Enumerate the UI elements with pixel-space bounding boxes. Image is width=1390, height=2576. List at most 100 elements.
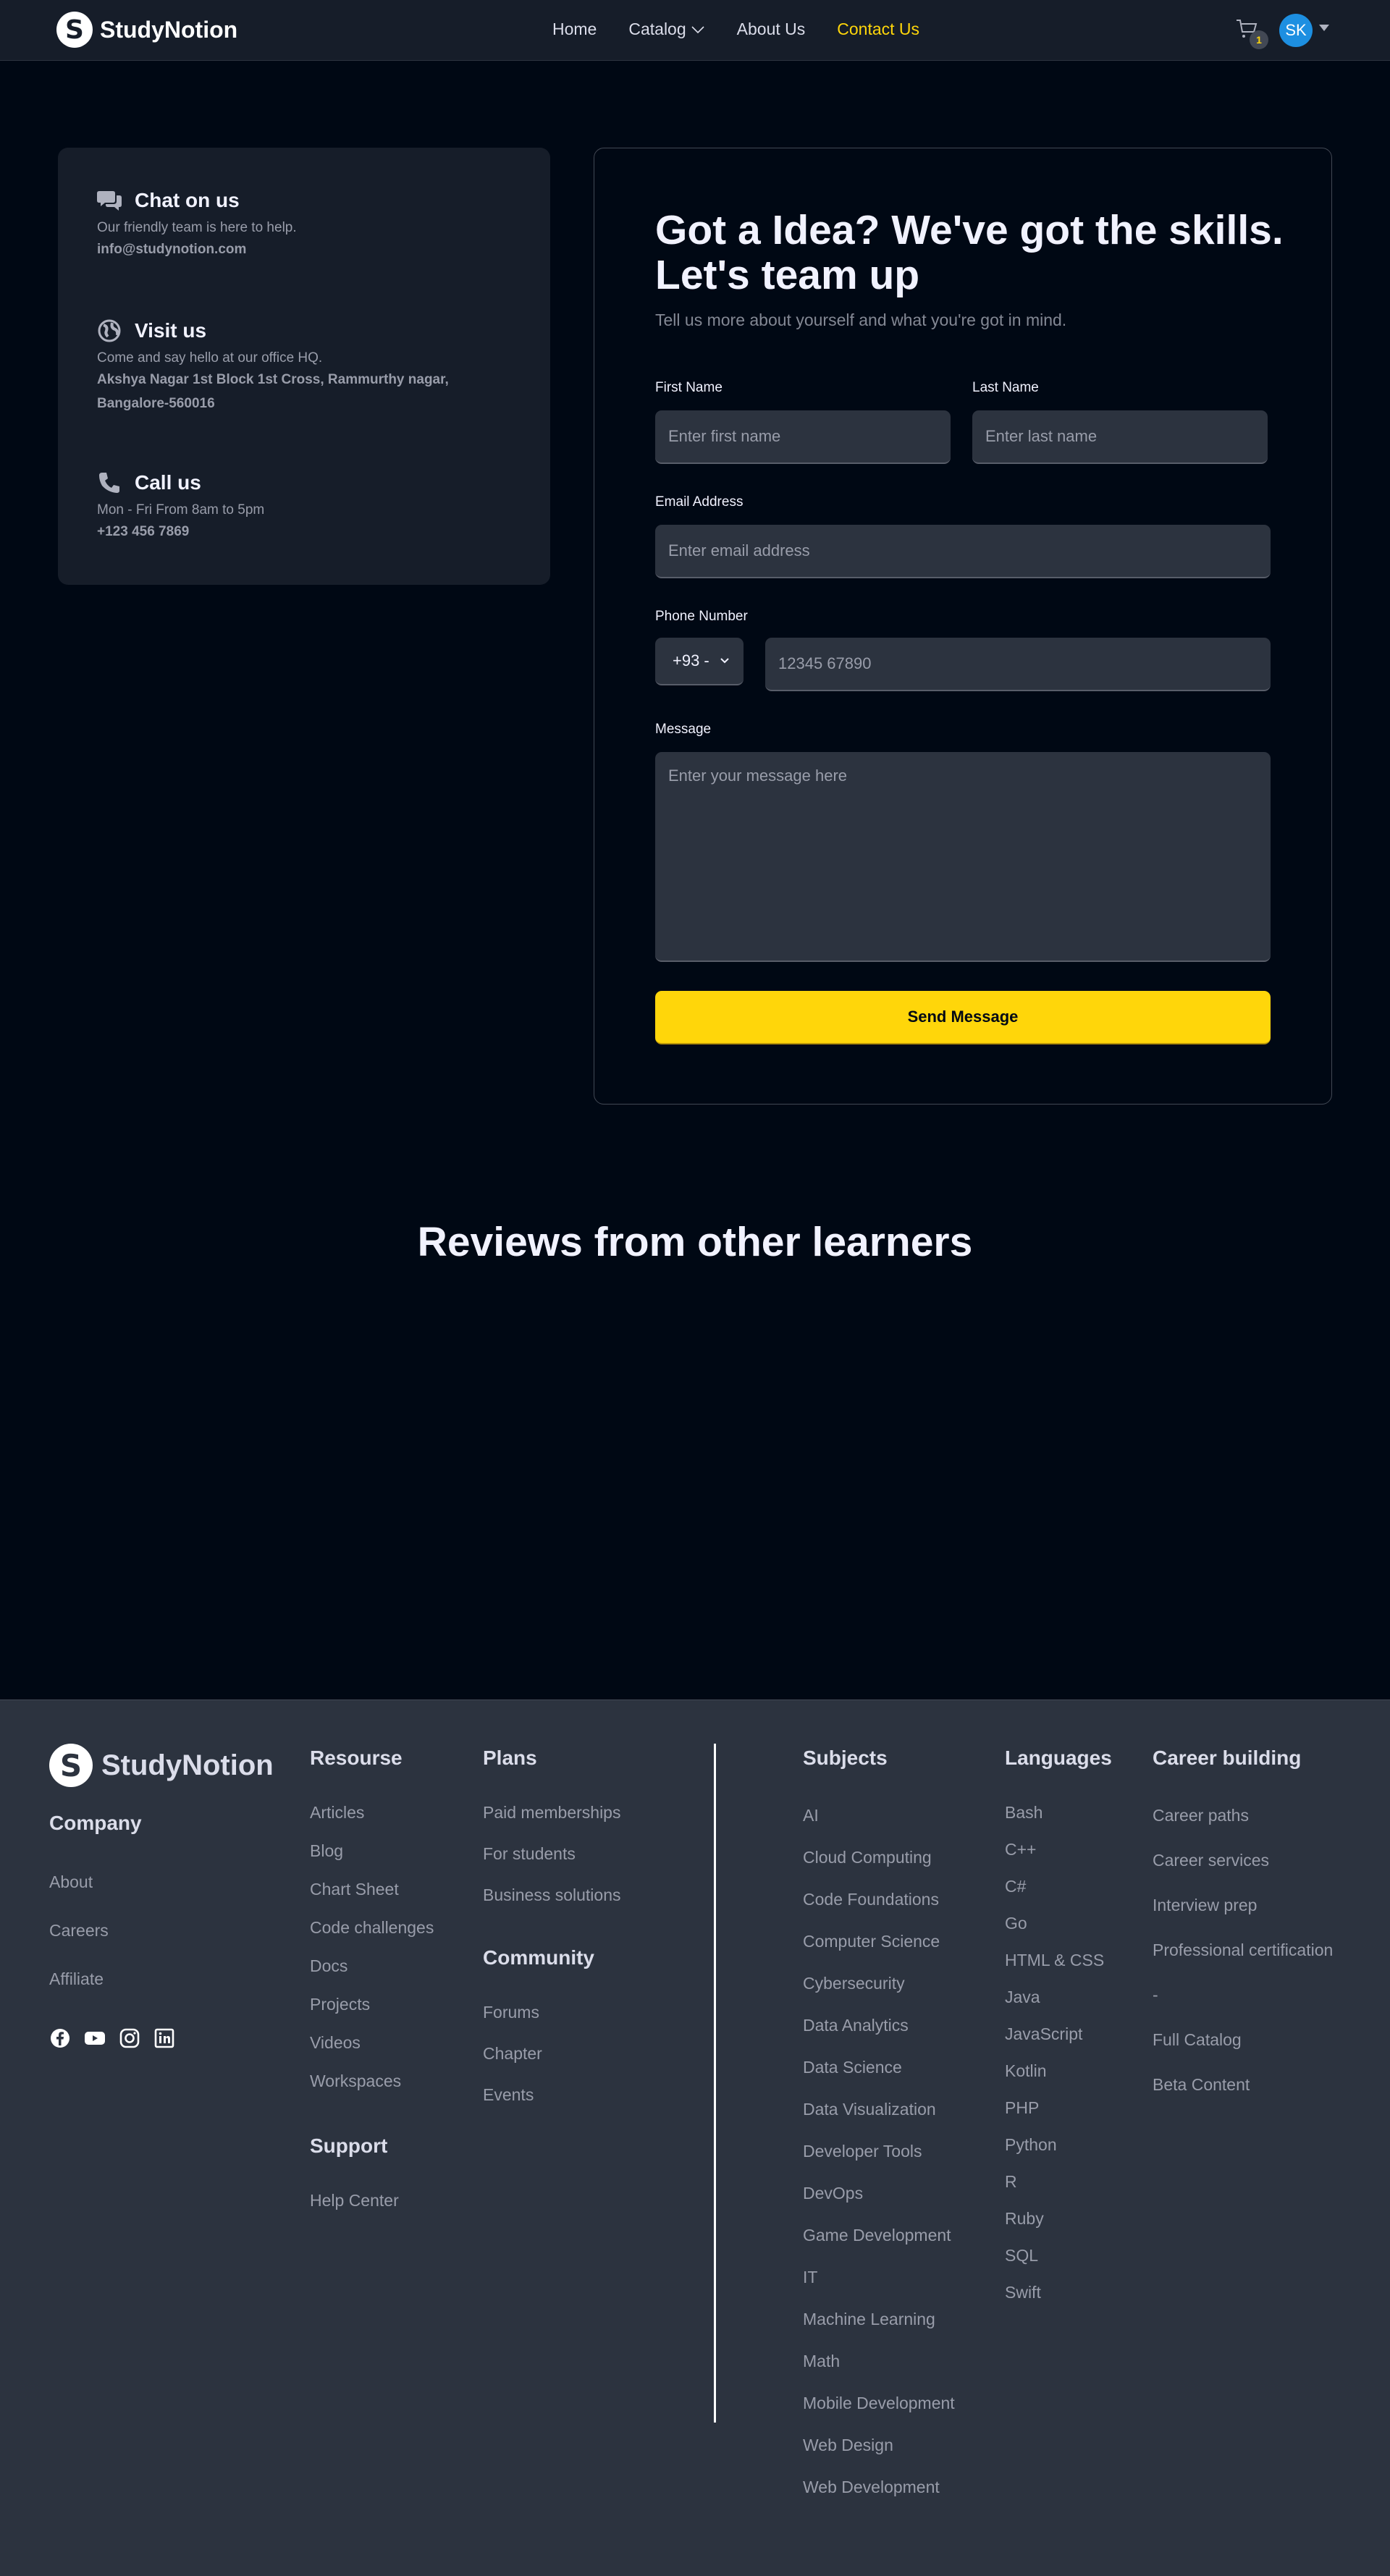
message-textarea[interactable]: Enter your message here	[655, 752, 1271, 962]
footer-link[interactable]: Affiliate	[49, 1969, 109, 1989]
footer-link[interactable]: Code challenges	[310, 1918, 434, 1938]
cart-button[interactable]: 1	[1235, 17, 1268, 49]
resources-list: Articles Blog Chart Sheet Code challenge…	[310, 1803, 434, 2091]
footer-link[interactable]: Paid memberships	[483, 1803, 621, 1823]
facebook-icon[interactable]	[49, 2027, 71, 2049]
social-links	[49, 2027, 175, 2049]
globe-icon	[97, 318, 122, 343]
footer-link[interactable]: Career paths	[1153, 1806, 1333, 1825]
company-list: About Careers Affiliate	[49, 1872, 109, 1989]
nav-about-us[interactable]: About Us	[737, 20, 806, 39]
languages-title: Languages	[1005, 1747, 1112, 1769]
footer-link[interactable]: Docs	[310, 1956, 434, 1976]
footer-link[interactable]: Workspaces	[310, 2072, 434, 2091]
footer-link[interactable]: Projects	[310, 1995, 434, 2014]
footer-link[interactable]: Web Design	[803, 2436, 955, 2455]
footer-link[interactable]: Business solutions	[483, 1885, 621, 1905]
last-name-input[interactable]: Enter last name	[972, 410, 1268, 464]
footer-link[interactable]: C++	[1005, 1840, 1104, 1859]
footer-link[interactable]: DevOps	[803, 2184, 955, 2203]
footer-link[interactable]: About	[49, 1872, 109, 1892]
contact-form-card: Got a Idea? We've got the skills. Let's …	[594, 148, 1332, 1105]
footer-link[interactable]: Help Center	[310, 2191, 399, 2210]
footer-link[interactable]: PHP	[1005, 2098, 1104, 2118]
footer-link[interactable]: Math	[803, 2352, 955, 2371]
chevron-down-icon	[691, 25, 704, 33]
footer-link[interactable]: Swift	[1005, 2283, 1104, 2302]
nav-contact-us[interactable]: Contact Us	[837, 20, 919, 39]
footer-link[interactable]: IT	[803, 2268, 955, 2287]
footer-link[interactable]: Data Visualization	[803, 2100, 955, 2119]
footer-link[interactable]: Career services	[1153, 1851, 1333, 1870]
country-code-select[interactable]: +93 -	[655, 638, 744, 685]
caret-down-icon[interactable]	[1319, 25, 1329, 31]
footer-link[interactable]: Bash	[1005, 1803, 1104, 1823]
footer-link[interactable]: Ruby	[1005, 2209, 1104, 2229]
footer-link[interactable]: Full Catalog	[1153, 2030, 1333, 2050]
footer-link[interactable]: Game Development	[803, 2226, 955, 2245]
visit-title: Visit us	[135, 319, 207, 342]
footer-link[interactable]: Web Development	[803, 2478, 955, 2497]
footer-link[interactable]: Kotlin	[1005, 2061, 1104, 2081]
footer-link[interactable]: Data Analytics	[803, 2016, 955, 2035]
footer-link[interactable]: AI	[803, 1806, 955, 1825]
footer-link[interactable]: Cybersecurity	[803, 1974, 955, 1993]
footer-link[interactable]: Go	[1005, 1914, 1104, 1933]
chevron-down-icon	[720, 658, 729, 664]
career-title: Career building	[1153, 1747, 1302, 1769]
country-code-value: +93 -	[673, 651, 709, 670]
instagram-icon[interactable]	[119, 2027, 140, 2049]
footer-link[interactable]: Events	[483, 2085, 542, 2105]
chat-email[interactable]: info@studynotion.com	[97, 237, 502, 261]
footer-link[interactable]: Cloud Computing	[803, 1848, 955, 1867]
footer-link[interactable]: Python	[1005, 2135, 1104, 2155]
footer-link[interactable]: Beta Content	[1153, 2075, 1333, 2095]
footer-link[interactable]: C#	[1005, 1877, 1104, 1896]
nav-home[interactable]: Home	[552, 20, 597, 39]
phone-input[interactable]: 12345 67890	[765, 638, 1271, 691]
footer-link[interactable]: Videos	[310, 2033, 434, 2053]
plans-list: Paid memberships For students Business s…	[483, 1803, 621, 1905]
call-number[interactable]: +123 456 7869	[97, 520, 502, 544]
footer-link[interactable]: JavaScript	[1005, 2024, 1104, 2044]
footer-logo[interactable]: S StudyNotion	[49, 1744, 274, 1787]
phone-label: Phone Number	[655, 609, 748, 624]
career-list: Career paths Career services Interview pre…	[1153, 1806, 1333, 2095]
footer-link[interactable]: For students	[483, 1844, 621, 1864]
phone-icon	[97, 470, 122, 495]
first-name-input[interactable]: Enter first name	[655, 410, 951, 464]
footer-link[interactable]: Careers	[49, 1921, 109, 1941]
youtube-icon[interactable]	[84, 2027, 106, 2049]
footer-link[interactable]: Chart Sheet	[310, 1880, 434, 1899]
footer-link[interactable]: Computer Science	[803, 1932, 955, 1951]
send-message-button[interactable]: Send Message	[655, 991, 1271, 1044]
community-title: Community	[483, 1946, 594, 1969]
languages-list: Bash C++ C# Go HTML & CSS Java JavaScript Kotli…	[1005, 1803, 1104, 2302]
brand-logo[interactable]: S StudyNotion	[56, 12, 237, 48]
visit-address: Akshya Nagar 1st Block 1st Cross, Rammur…	[97, 372, 449, 411]
footer-divider	[714, 1744, 716, 2423]
nav-catalog[interactable]: Catalog	[628, 20, 704, 39]
footer-link[interactable]: Machine Learning	[803, 2310, 955, 2329]
user-avatar[interactable]: SK	[1279, 14, 1313, 47]
footer-link[interactable]: Articles	[310, 1803, 434, 1823]
footer-link[interactable]: Professional certification	[1153, 1941, 1333, 1960]
footer-link[interactable]: Java	[1005, 1988, 1104, 2007]
footer-link[interactable]: Chapter	[483, 2044, 542, 2064]
email-input[interactable]: Enter email address	[655, 525, 1271, 578]
chat-title: Chat on us	[135, 189, 240, 211]
footer-link[interactable]: Developer Tools	[803, 2142, 955, 2161]
footer-link[interactable]: Data Science	[803, 2058, 955, 2077]
footer-link[interactable]: SQL	[1005, 2246, 1104, 2265]
footer-link[interactable]: Code Foundations	[803, 1890, 955, 1909]
linkedin-icon[interactable]	[153, 2027, 175, 2049]
footer-link[interactable]: Mobile Development	[803, 2394, 955, 2413]
footer-link[interactable]: Forums	[483, 2003, 542, 2022]
message-label: Message	[655, 722, 712, 737]
company-title: Company	[49, 1812, 142, 1834]
footer-link[interactable]: R	[1005, 2172, 1104, 2192]
footer-link[interactable]: Interview prep	[1153, 1896, 1333, 1915]
footer-link[interactable]: -	[1153, 1985, 1333, 2005]
footer-link[interactable]: HTML & CSS	[1005, 1951, 1104, 1970]
footer-link[interactable]: Blog	[310, 1841, 434, 1861]
